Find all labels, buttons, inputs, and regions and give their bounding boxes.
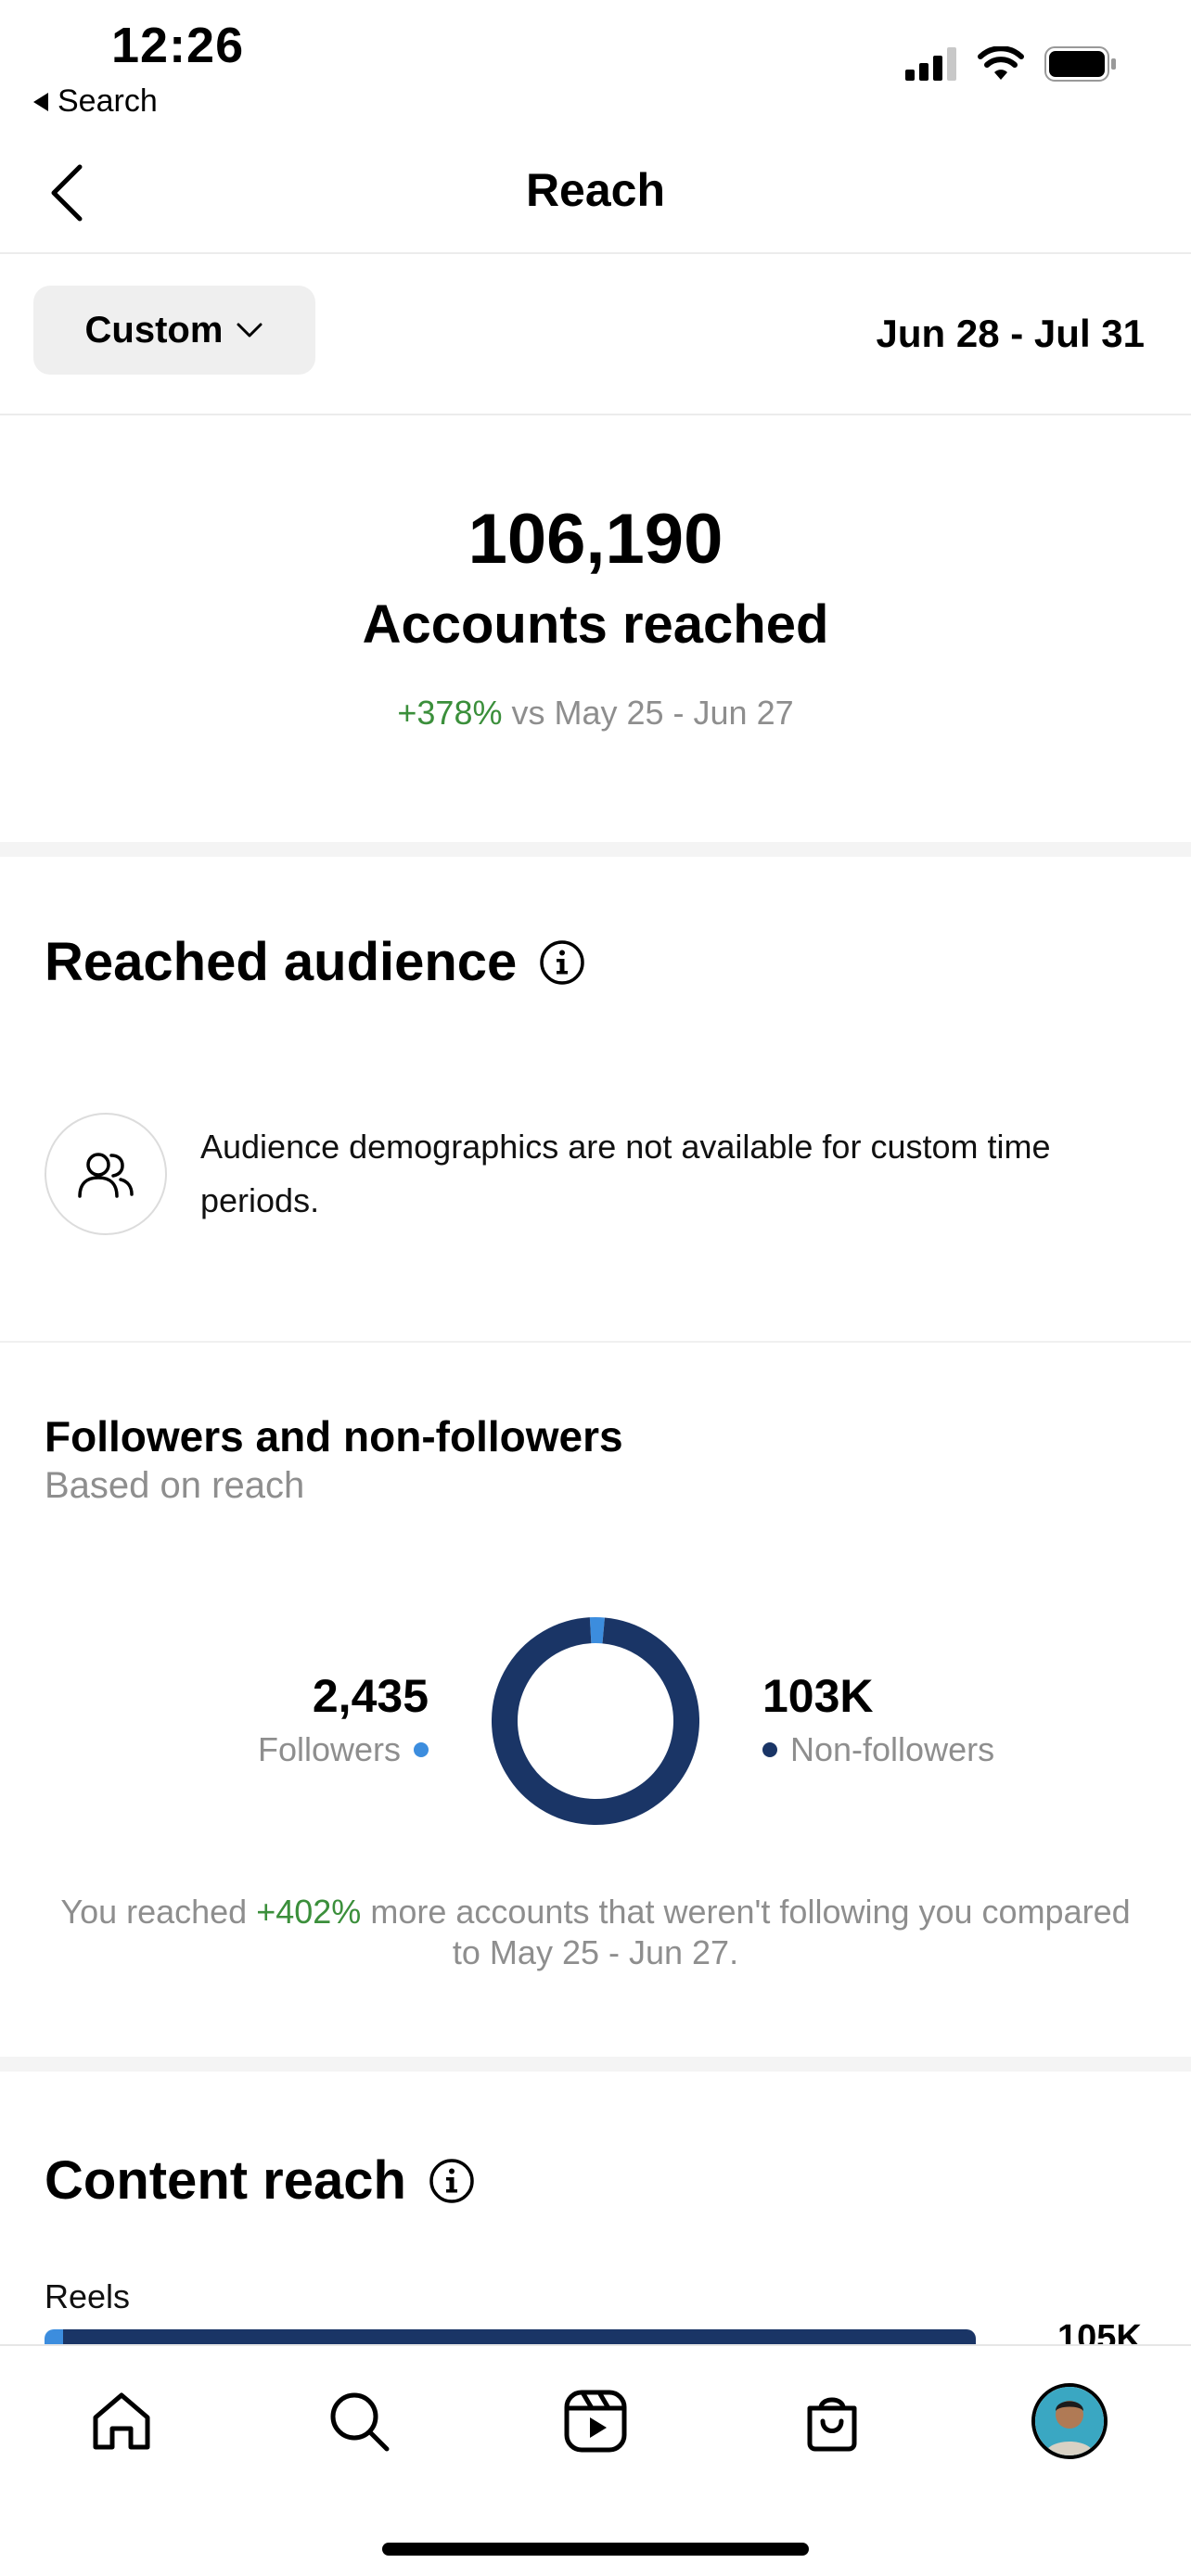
shop-icon	[807, 2397, 857, 2452]
reached-audience-title: Reached audience	[45, 932, 518, 992]
reels-label: Reels	[45, 2277, 131, 2315]
nav-header: Reach	[0, 130, 1191, 254]
demographics-notice: Audience demographics are not available …	[45, 1113, 1158, 1243]
back-to-search-link[interactable]: Search	[33, 83, 158, 120]
reached-audience-header: Reached audience	[45, 931, 585, 993]
section-divider	[0, 842, 1191, 857]
tab-home[interactable]	[80, 2379, 163, 2463]
non-followers-legend: Non-followers	[762, 1730, 994, 1769]
demographics-message: Audience demographics are not available …	[200, 1128, 1051, 1219]
non-followers-dot	[762, 1742, 777, 1757]
tab-profile[interactable]	[1028, 2379, 1111, 2463]
note-change: +402%	[256, 1893, 362, 1931]
non-followers-stat: 103K Non-followers	[762, 1669, 994, 1769]
profile-avatar	[1031, 2383, 1108, 2459]
note-suffix: more accounts that weren't following you…	[361, 1893, 1131, 1971]
reach-summary: 106,190 Accounts reached +378% vs May 25…	[0, 417, 1191, 844]
home-indicator	[382, 2543, 809, 2556]
followers-donut-chart	[492, 1617, 699, 1825]
content-reach-title: Content reach	[45, 2150, 406, 2211]
followers-dot	[414, 1742, 429, 1757]
followers-value: 2,435	[312, 1670, 429, 1722]
avatar-image	[1035, 2387, 1104, 2455]
bottom-tab-bar	[0, 2344, 1191, 2576]
status-time: 12:26	[111, 18, 245, 73]
followers-section-subtitle: Based on reach	[45, 1465, 305, 1506]
accounts-reached-label: Accounts reached	[362, 594, 829, 655]
tab-reels[interactable]	[554, 2379, 637, 2463]
filter-row: Custom Jun 28 - Jul 31	[0, 256, 1191, 415]
info-icon[interactable]	[539, 939, 585, 986]
back-triangle-icon	[33, 92, 48, 111]
date-range[interactable]: Jun 28 - Jul 31	[877, 312, 1145, 356]
followers-comparison-note: You reached +402% more accounts that wer…	[56, 1892, 1135, 1973]
followers-section-title: Followers and non-followers	[45, 1412, 623, 1460]
cellular-signal-icon	[905, 47, 956, 81]
period-dropdown[interactable]: Custom	[33, 286, 315, 375]
donut-slice-non-followers	[492, 1617, 699, 1825]
battery-icon	[1044, 46, 1116, 82]
search-icon	[330, 2392, 390, 2452]
status-bar: 12:26 Search	[0, 0, 1191, 130]
section-divider	[0, 1341, 1191, 1343]
non-followers-value: 103K	[762, 1670, 874, 1722]
chevron-down-icon	[237, 323, 263, 338]
reels-icon	[564, 2390, 627, 2453]
home-icon	[93, 2392, 150, 2450]
period-dropdown-label: Custom	[84, 309, 224, 351]
followers-legend: Followers	[258, 1730, 429, 1769]
audience-circle	[45, 1113, 167, 1235]
followers-label: Followers	[257, 1730, 401, 1768]
reach-comparison: +378% vs May 25 - Jun 27	[0, 694, 1191, 733]
note-prefix: You reached	[60, 1893, 257, 1931]
page-title: Reach	[525, 164, 666, 216]
non-followers-label: Non-followers	[790, 1730, 995, 1768]
followers-stat: 2,435 Followers	[258, 1669, 429, 1769]
info-icon[interactable]	[429, 2158, 475, 2204]
back-to-search-label: Search	[58, 83, 158, 119]
tab-shop[interactable]	[790, 2379, 874, 2463]
reach-change: +378%	[397, 694, 503, 732]
tab-search[interactable]	[317, 2379, 401, 2463]
status-icons	[905, 46, 1117, 82]
people-icon	[78, 1153, 134, 1198]
wifi-icon	[978, 46, 1024, 80]
section-divider	[0, 2057, 1191, 2072]
accounts-reached-value: 106,190	[467, 500, 724, 579]
reach-compare-text: vs May 25 - Jun 27	[502, 694, 794, 732]
content-reach-header: Content reach	[45, 2149, 475, 2212]
